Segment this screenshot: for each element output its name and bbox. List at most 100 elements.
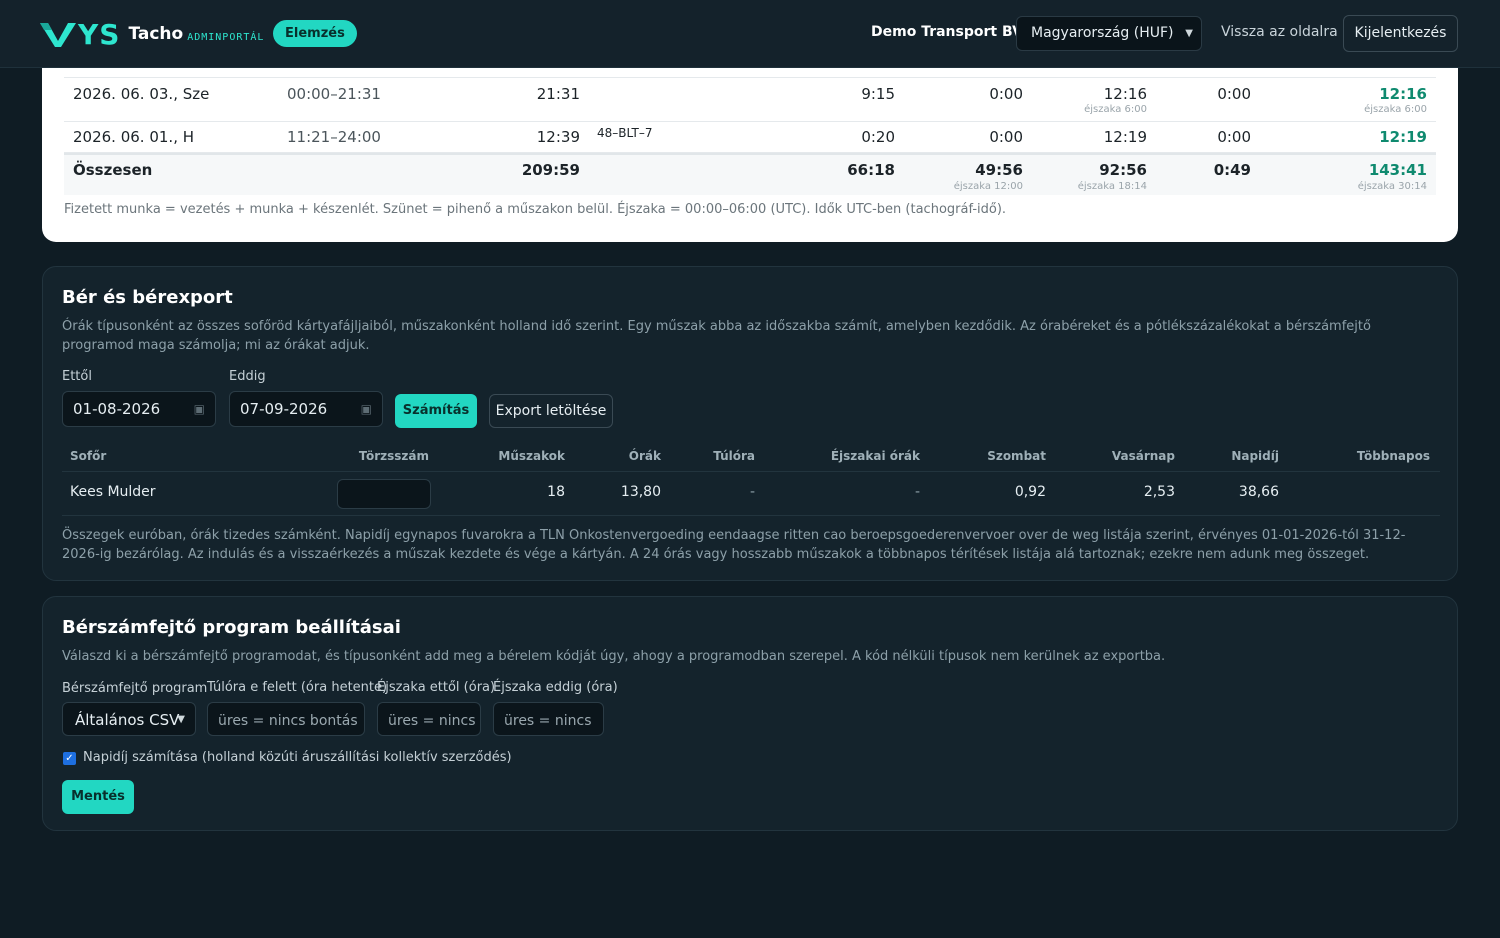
summary-footnote: Fizetett munka = vezetés + munka + késze…	[64, 202, 1007, 217]
row-date: 2026. 06. 01., H	[73, 128, 195, 146]
total-col4: 66:18	[847, 161, 895, 179]
to-label: Eddig	[229, 369, 266, 384]
row-col8-night: éjszaka 6:00	[1364, 104, 1427, 115]
per-diem-value: 38,66	[1238, 484, 1279, 500]
logo-mark: YS	[40, 18, 120, 51]
night-from-input[interactable]: üres = nincs	[377, 702, 481, 736]
total-row: Összesen 209:59 66:18 49:56 éjszaka 12:0…	[64, 153, 1436, 195]
row-col8: 12:16	[1379, 85, 1427, 103]
total-col5-night: éjszaka 12:00	[953, 181, 1023, 192]
logo-tacho: Tacho	[128, 24, 184, 44]
logo-admin: ADMINPORTÁL	[187, 31, 265, 43]
row-col4: 9:15	[861, 85, 895, 103]
col-multiday: Többnapos	[1356, 449, 1430, 463]
chevron-down-icon: ▼	[177, 714, 185, 725]
row-col5: 0:00	[989, 85, 1023, 103]
row-col8: 12:19	[1379, 128, 1427, 146]
per-diem-checkbox[interactable]: ✓	[63, 752, 76, 765]
col-hours: Órák	[628, 449, 661, 463]
col-employee-id: Törzsszám	[358, 449, 429, 463]
analysis-badge[interactable]: Elemzés	[273, 20, 357, 47]
program-select[interactable]: Általános CSV ▼	[62, 702, 196, 736]
country-select-value: Magyarország (HUF)	[1031, 25, 1174, 41]
settings-title: Bérszámfejtő program beállításai	[62, 617, 401, 638]
total-col6-night: éjszaka 18:14	[1077, 181, 1147, 192]
divider	[62, 471, 1440, 472]
night-to-input[interactable]: üres = nincs	[493, 702, 604, 736]
top-bar: YS Tacho ADMINPORTÁL Elemzés Demo Transp…	[0, 0, 1500, 68]
back-link[interactable]: Vissza az oldalra	[1221, 24, 1338, 40]
total-col6: 92:56	[1099, 161, 1147, 179]
row-date: 2026. 06. 03., Sze	[73, 85, 210, 103]
row-col6-night: éjszaka 6:00	[1084, 104, 1147, 115]
divider	[62, 515, 1440, 516]
total-col8: 143:41	[1368, 161, 1427, 179]
row-col7: 0:00	[1217, 85, 1251, 103]
payroll-description: Órák típusonként az összes sofőröd kárty…	[62, 319, 1371, 353]
logout-button[interactable]: Kijelentkezés	[1343, 15, 1458, 52]
program-select-value: Általános CSV	[75, 711, 180, 729]
to-date-input[interactable]: 07-09-2026 ▣	[229, 391, 383, 427]
col-saturday: Szombat	[987, 449, 1046, 463]
company-name: Demo Transport BV	[871, 24, 1023, 40]
employee-id-input[interactable]	[337, 479, 431, 509]
total-label: Összesen	[73, 161, 153, 179]
saturday-value: 0,92	[1014, 484, 1046, 500]
payroll-title: Bér és bérexport	[62, 287, 233, 308]
row-total: 21:31	[536, 85, 580, 103]
row-col6: 12:19	[1103, 128, 1147, 146]
calendar-icon[interactable]: ▣	[361, 392, 372, 426]
night-from-placeholder: üres = nincs	[388, 713, 476, 729]
total-total: 209:59	[521, 161, 580, 179]
night-to-placeholder: üres = nincs	[504, 713, 592, 729]
table-row: 2026. 06. 01., H 11:21–24:00 12:39 48–BL…	[64, 122, 1436, 153]
night-from-label: Éjszaka ettől (óra)	[377, 680, 496, 695]
night-hours-value: -	[914, 484, 920, 500]
export-download-button[interactable]: Export letöltése	[489, 394, 613, 428]
row-col4: 0:20	[861, 128, 895, 146]
col-overtime: Túlóra	[713, 449, 755, 463]
program-label: Bérszámfejtő program	[62, 681, 208, 696]
payroll-card: Bér és bérexport Órák típusonként az öss…	[42, 266, 1458, 581]
col-shifts: Műszakok	[498, 449, 565, 463]
total-col5: 49:56	[975, 161, 1023, 179]
overtime-value: -	[749, 484, 755, 500]
logo-v-icon	[40, 23, 76, 47]
country-select[interactable]: Magyarország (HUF) ▼	[1016, 16, 1202, 51]
from-label: Ettől	[62, 369, 92, 384]
night-to-label: Éjszaka eddig (óra)	[493, 680, 618, 695]
save-button[interactable]: Mentés	[62, 780, 134, 814]
from-date-value: 01-08-2026	[73, 400, 161, 418]
calculate-button[interactable]: Számítás	[395, 394, 477, 428]
col-night-hours: Éjszakai órák	[830, 449, 920, 463]
overtime-threshold-placeholder: üres = nincs bontás	[218, 713, 358, 729]
row-col6: 12:16	[1103, 85, 1147, 103]
total-col8-night: éjszaka 30:14	[1357, 181, 1427, 192]
hours-value: 13,80	[620, 484, 661, 500]
per-diem-checkbox-label[interactable]: Napidíj számítása (holland közúti áruszá…	[83, 750, 512, 765]
payroll-settings-card: Bérszámfejtő program beállításai Válaszd…	[42, 596, 1458, 831]
from-date-input[interactable]: 01-08-2026 ▣	[62, 391, 216, 427]
row-total: 12:39	[536, 128, 580, 146]
row-plate: 48–BLT–7	[597, 126, 653, 140]
col-driver: Sofőr	[70, 449, 107, 463]
to-date-value: 07-09-2026	[240, 400, 328, 418]
settings-description: Válaszd ki a bérszámfejtő programodat, é…	[62, 649, 1166, 664]
logo[interactable]: YS Tacho ADMINPORTÁL	[40, 18, 265, 51]
chevron-down-icon: ▼	[1185, 28, 1193, 39]
sunday-value: 2,53	[1143, 484, 1175, 500]
daily-summary-card: 2026. 06. 03., Sze 00:00–21:31 21:31 9:1…	[42, 40, 1458, 242]
col-per-diem: Napidíj	[1231, 449, 1279, 463]
row-col5: 0:00	[989, 128, 1023, 146]
payroll-footnote: Összegek euróban, órák tizedes számként.…	[62, 528, 1406, 562]
overtime-threshold-input[interactable]: üres = nincs bontás	[207, 702, 365, 736]
logo-text: YS	[78, 17, 121, 51]
calendar-icon[interactable]: ▣	[194, 392, 205, 426]
row-col7: 0:00	[1217, 128, 1251, 146]
total-col7: 0:49	[1213, 161, 1251, 179]
row-time-range: 11:21–24:00	[287, 128, 381, 146]
overtime-threshold-label: Túlóra e felett (óra hetente)	[207, 680, 388, 695]
table-row: 2026. 06. 03., Sze 00:00–21:31 21:31 9:1…	[64, 78, 1436, 122]
driver-name: Kees Mulder	[70, 484, 156, 500]
row-time-range: 00:00–21:31	[287, 85, 381, 103]
